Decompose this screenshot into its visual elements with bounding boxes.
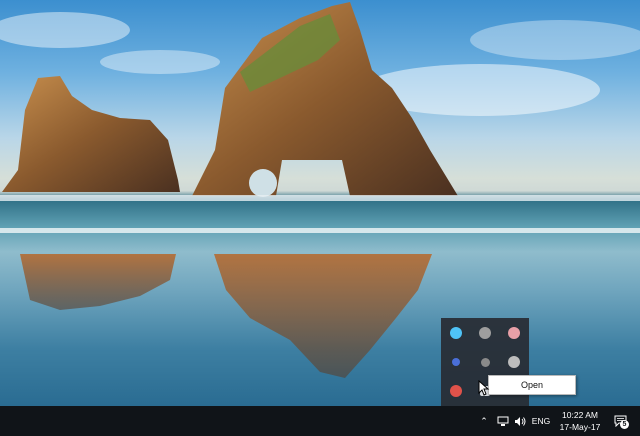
gray-tray-icon[interactable]	[474, 351, 496, 373]
input-language-indicator[interactable]: ENG	[530, 406, 552, 436]
mouse-cursor-icon	[478, 380, 490, 396]
taskbar: ⌃ ENG 10:22 AM 17-May-17 5	[0, 406, 640, 436]
left-rock-reflection	[20, 254, 176, 310]
pink-tray-icon[interactable]	[503, 322, 525, 344]
gray-tray-icon[interactable]	[503, 351, 525, 373]
red-tray-icon[interactable]	[445, 380, 467, 402]
tray-context-menu: Open	[488, 375, 576, 395]
action-center-button[interactable]: 5	[608, 406, 632, 436]
show-hidden-icons-chevron-icon[interactable]: ⌃	[477, 406, 491, 436]
clock[interactable]: 10:22 AM 17-May-17	[555, 409, 605, 433]
gray-tray-icon[interactable]	[474, 322, 496, 344]
blue-tray-icon[interactable]	[445, 351, 467, 373]
clock-date: 17-May-17	[559, 422, 601, 432]
notification-count-badge: 5	[620, 420, 629, 429]
left-rock	[2, 76, 180, 192]
clock-time: 10:22 AM	[562, 410, 598, 420]
network-icon[interactable]	[494, 406, 512, 436]
desktop-wallpaper	[0, 0, 640, 406]
cyan-tray-icon[interactable]	[445, 322, 467, 344]
open-menu-item[interactable]: Open	[489, 376, 575, 394]
volume-icon[interactable]	[512, 406, 528, 436]
arch-rock-reflection	[214, 254, 432, 378]
wallpaper-scene	[0, 2, 640, 378]
